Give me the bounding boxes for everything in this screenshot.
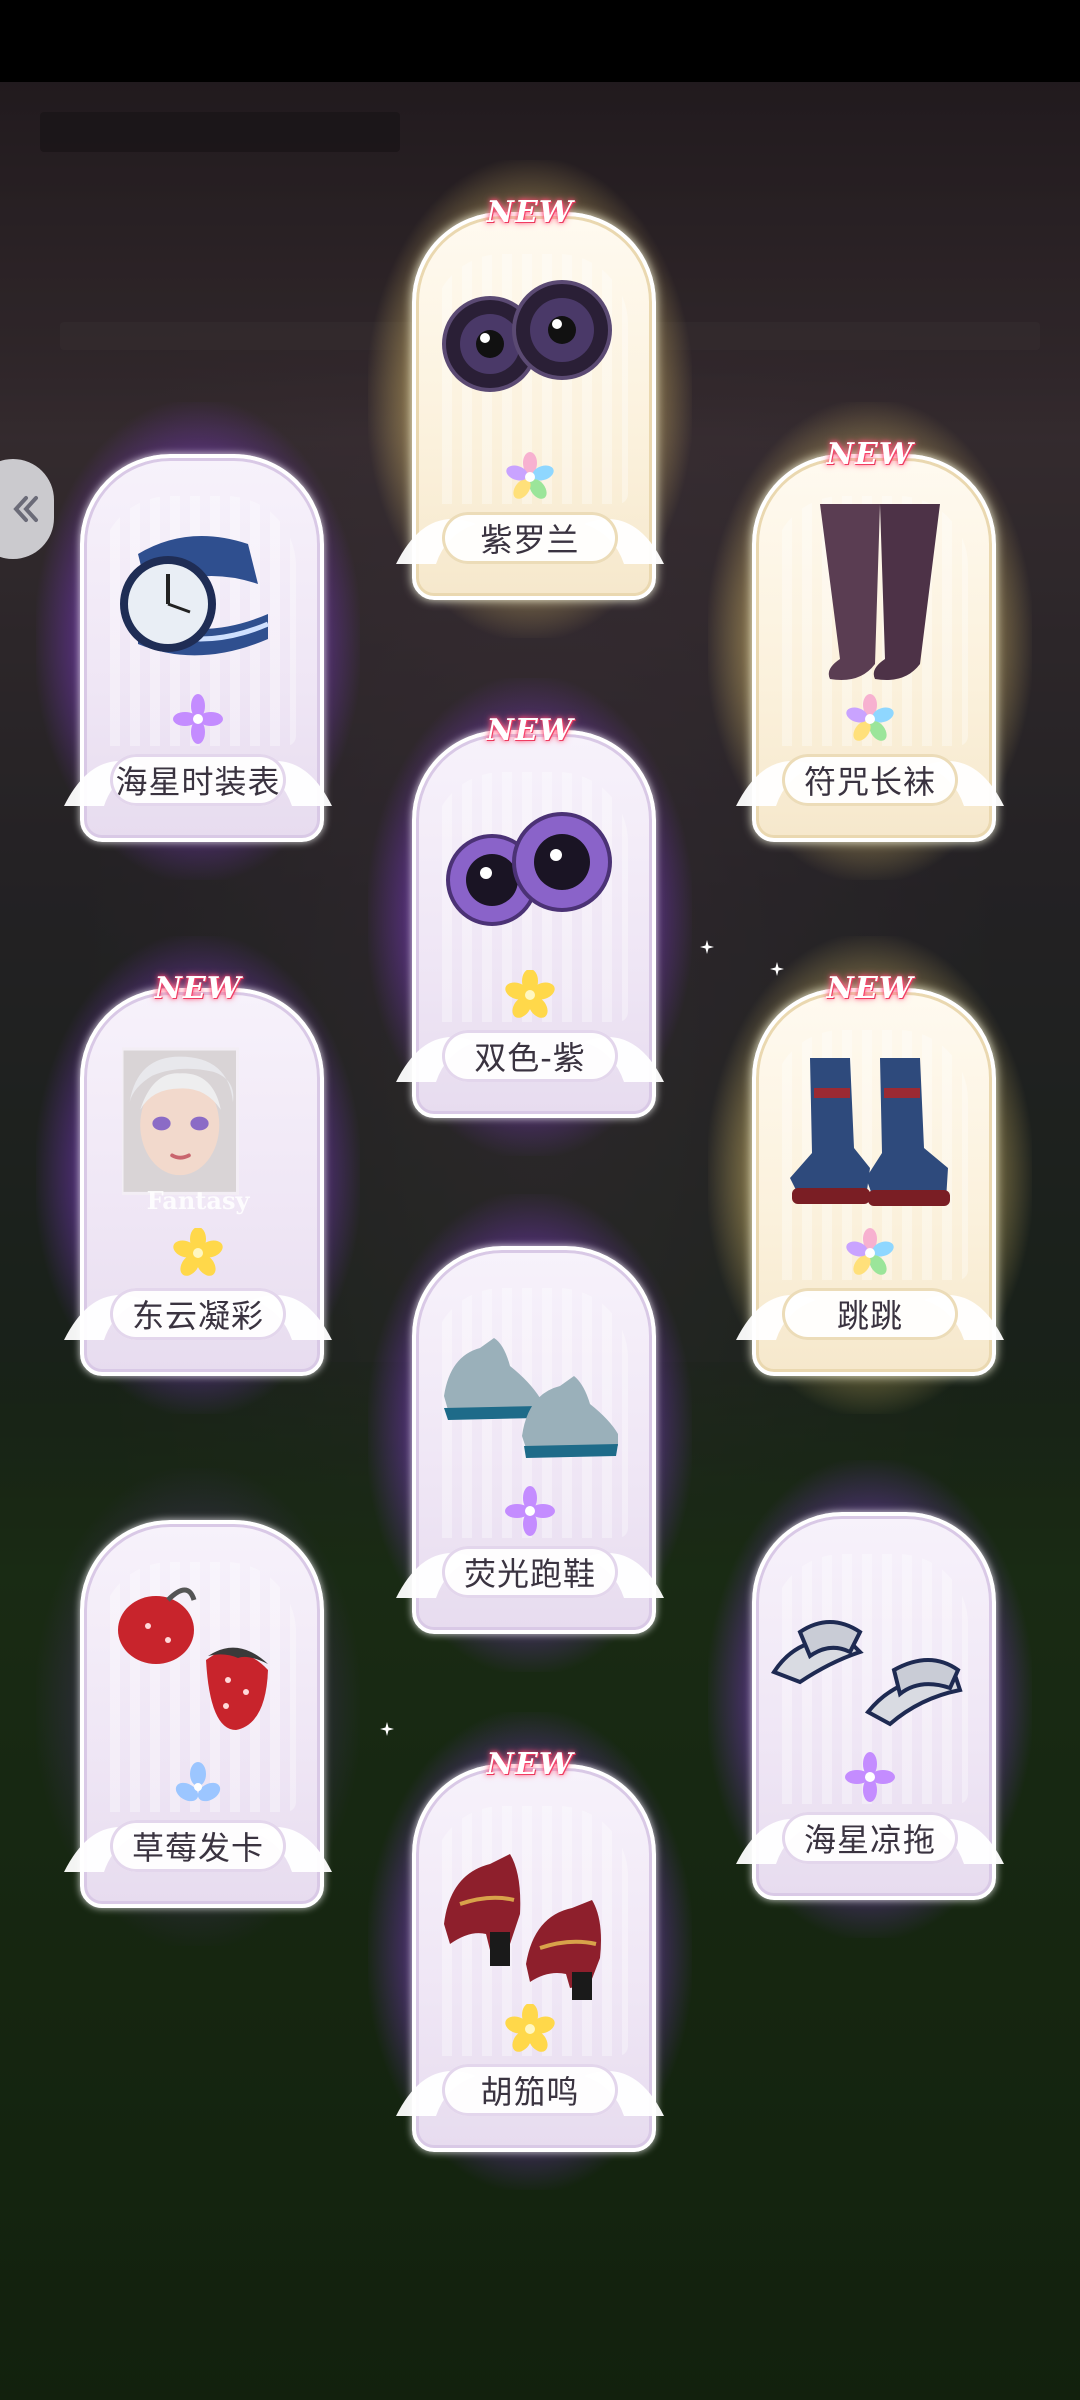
reward-card[interactable]: NEW Fantasy 东云凝彩 (36, 936, 360, 1414)
reward-card[interactable]: NEW 符咒长袜 (708, 402, 1032, 880)
item-name: 海星凉拖 (803, 1821, 936, 1859)
reward-card[interactable]: NEW 紫罗兰 (368, 160, 692, 638)
eye-lens-icon (442, 280, 612, 392)
reward-scene: NEW 紫罗兰 海星时装表 NEW 符咒长袜 NEW 双色-紫 NEW Fant… (0, 82, 1080, 2400)
item-name: 草莓发卡 (131, 1829, 264, 1867)
new-badge: NEW (826, 970, 914, 1006)
new-badge: NEW (486, 1746, 574, 1782)
item-name: 海星时装表 (115, 763, 281, 801)
reward-card[interactable]: 海星凉拖 (708, 1460, 1032, 1938)
new-badge (810, 1492, 930, 1532)
sparkle-icon (700, 940, 714, 954)
new-badge: NEW (486, 194, 574, 230)
item-name: 双色-紫 (474, 1039, 586, 1077)
stockings-icon (820, 504, 940, 680)
new-badge: NEW (826, 436, 914, 472)
portrait-caption: Fantasy (146, 1186, 250, 1215)
new-badge (470, 1226, 590, 1266)
reward-card[interactable]: NEW 跳跳 (708, 936, 1032, 1414)
item-name: 跳跳 (836, 1297, 903, 1335)
reward-card[interactable]: 草莓发卡 (36, 1468, 360, 1946)
item-name: 符咒长袜 (803, 763, 936, 801)
mary-jane-shoes-icon (444, 1854, 601, 2000)
watch-icon (120, 536, 269, 656)
sneakers-icon (790, 1058, 950, 1206)
status-bar (0, 0, 1080, 82)
reward-card[interactable]: NEW 胡笳鸣 (368, 1712, 692, 2190)
reward-card[interactable]: 海星时装表 (36, 402, 360, 880)
eye-lens-icon (446, 812, 612, 926)
item-name: 胡笳鸣 (480, 2073, 580, 2111)
new-badge (138, 434, 258, 474)
item-name: 东云凝彩 (131, 1297, 264, 1335)
item-name: 荧光跑鞋 (463, 1555, 596, 1593)
reward-card[interactable]: 荧光跑鞋 (368, 1194, 692, 1672)
new-badge: NEW (486, 712, 574, 748)
new-badge (138, 1500, 258, 1540)
strawberry-icon (118, 1587, 268, 1730)
sparkle-icon (380, 1722, 394, 1736)
reward-card[interactable]: NEW 双色-紫 (368, 678, 692, 1156)
sparkle-icon (770, 962, 784, 976)
slides-icon (770, 1620, 963, 1727)
item-name: 紫罗兰 (480, 521, 580, 559)
new-badge: NEW (154, 970, 242, 1006)
running-shoes-icon (444, 1338, 618, 1458)
